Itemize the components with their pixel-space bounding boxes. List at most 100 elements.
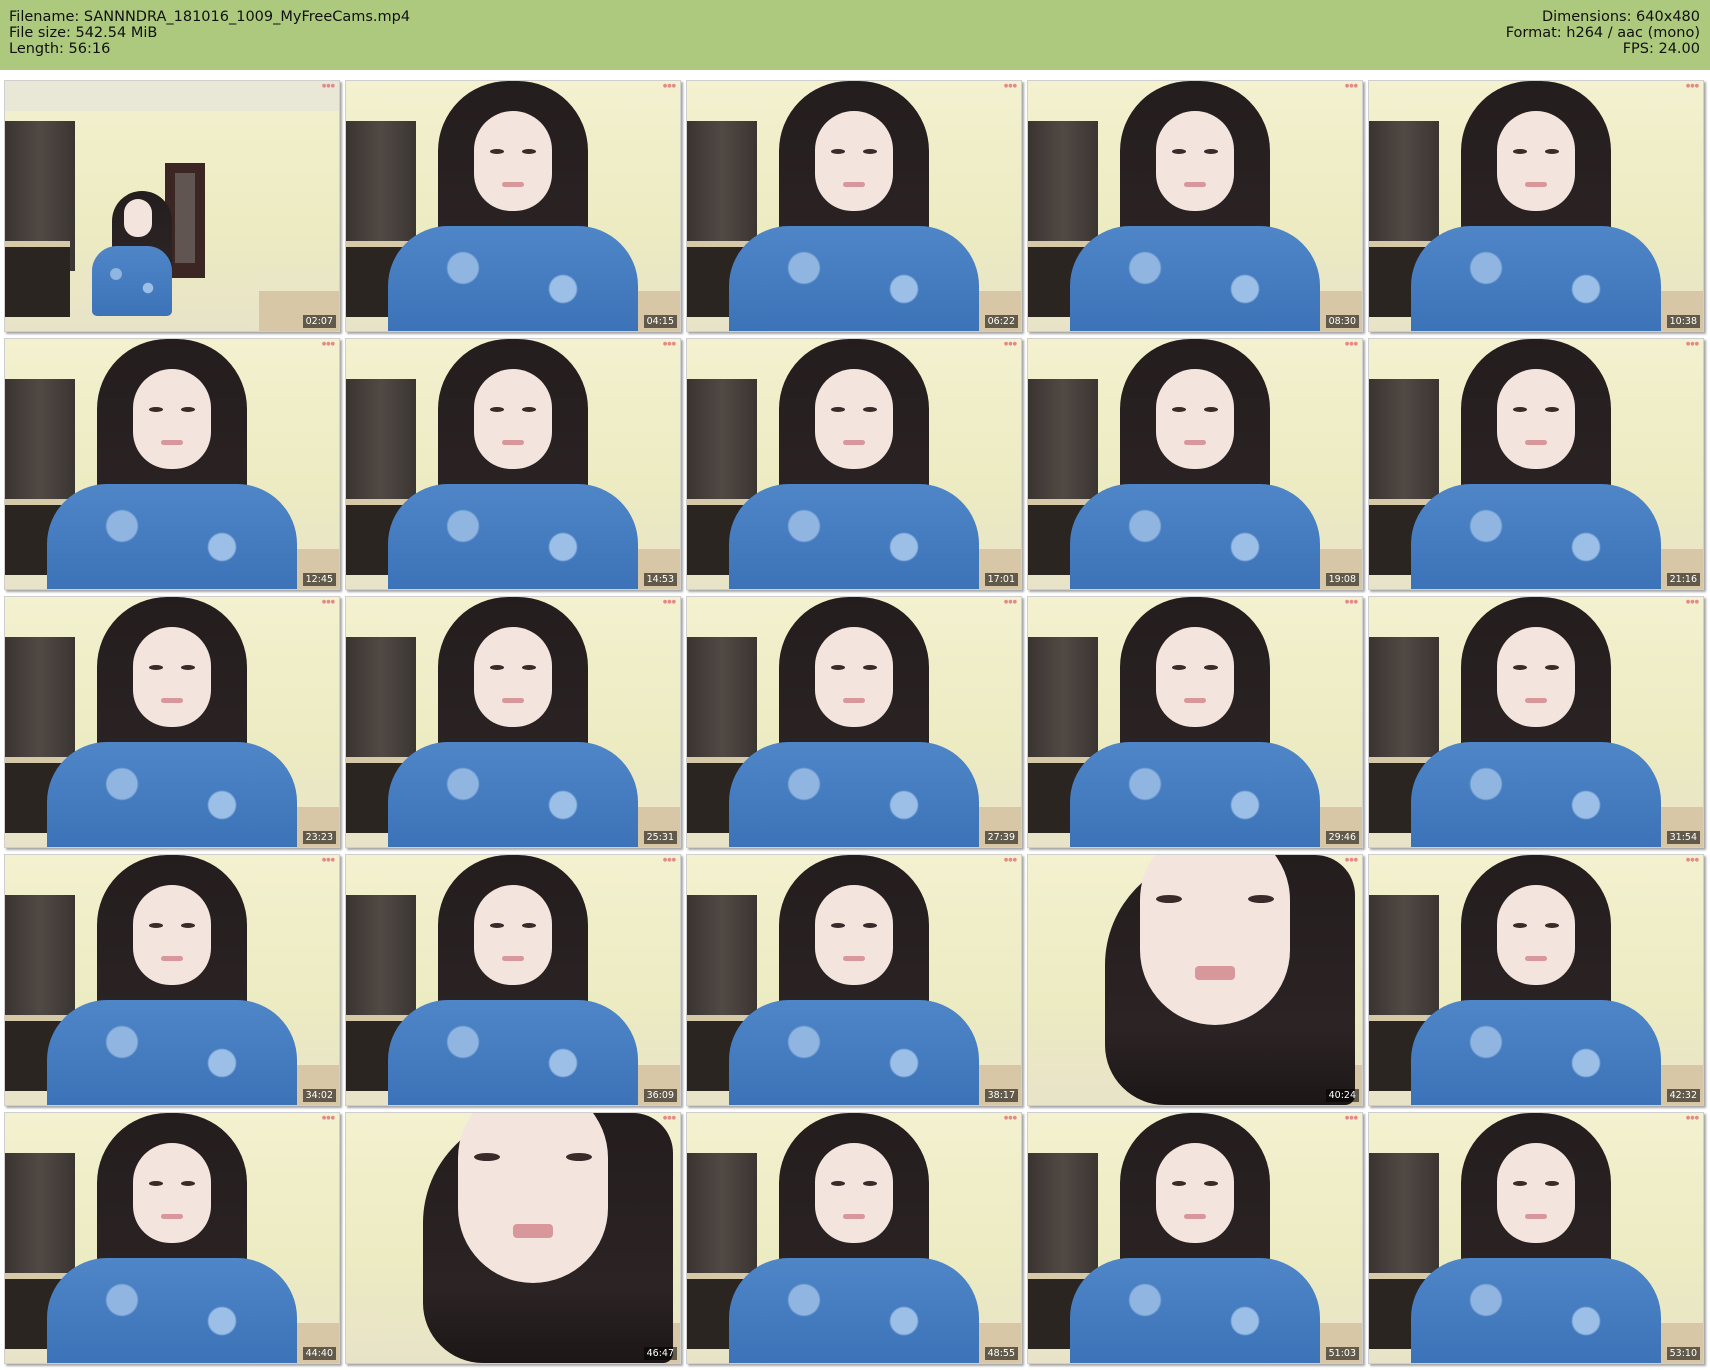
eye-right <box>522 149 536 154</box>
eye-right <box>181 1181 195 1186</box>
mouth <box>502 440 524 445</box>
mouth <box>1184 440 1206 445</box>
timestamp-label: 14:53 <box>643 573 677 586</box>
watermark-logo: ●●● <box>1003 1115 1017 1121</box>
format-text: Format: h264 / aac (mono) <box>1505 25 1700 41</box>
person-face <box>474 369 552 469</box>
timestamp-label: 48:55 <box>984 1347 1018 1360</box>
eye-left <box>1172 149 1186 154</box>
eye-right <box>181 923 195 928</box>
watermark-logo: ●●● <box>1003 341 1017 347</box>
person-shirt <box>1070 1258 1320 1363</box>
eye-left <box>831 407 845 412</box>
eye-left <box>1172 407 1186 412</box>
watermark-logo: ●●● <box>1003 83 1017 89</box>
eye-right <box>522 407 536 412</box>
person-face <box>815 885 893 985</box>
meta-right: Dimensions: 640x480 Format: h264 / aac (… <box>1506 9 1700 57</box>
watermark-logo: ●●● <box>1685 599 1699 605</box>
watermark-logo: ●●● <box>1685 83 1699 89</box>
eye-right <box>566 1153 592 1161</box>
person-shirt <box>1070 226 1320 331</box>
watermark-logo: ●●● <box>662 599 676 605</box>
video-frame-thumbnail: ●●● 12:45 <box>4 338 340 590</box>
eye-right <box>863 665 877 670</box>
eye-left <box>1513 665 1527 670</box>
video-frame-thumbnail: ●●● 06:22 <box>686 80 1022 332</box>
timestamp-label: 21:16 <box>1666 573 1700 586</box>
timestamp-label: 25:31 <box>643 831 677 844</box>
eye-right <box>863 149 877 154</box>
person-face <box>815 369 893 469</box>
mouth <box>1184 182 1206 187</box>
watermark-logo: ●●● <box>321 599 335 605</box>
eye-right <box>1545 665 1559 670</box>
person-shirt <box>388 742 638 847</box>
video-frame-thumbnail: ●●● 27:39 <box>686 596 1022 848</box>
watermark-logo: ●●● <box>1344 1115 1358 1121</box>
timestamp-label: 19:08 <box>1325 573 1359 586</box>
eye-left <box>474 1153 500 1161</box>
watermark-logo: ●●● <box>1344 83 1358 89</box>
person-face <box>1497 111 1575 211</box>
eye-left <box>1513 1181 1527 1186</box>
eye-left <box>1156 895 1182 903</box>
mouth <box>502 698 524 703</box>
eye-right <box>1545 1181 1559 1186</box>
person-face <box>1156 1143 1234 1243</box>
video-frame-thumbnail: ●●● 44:40 <box>4 1112 340 1364</box>
watermark-logo: ●●● <box>321 857 335 863</box>
watermark-logo: ●●● <box>1003 599 1017 605</box>
meta-left: Filename: SANNNDRA_181016_1009_MyFreeCam… <box>9 9 410 57</box>
person-face <box>458 1113 608 1283</box>
mouth <box>1525 1214 1547 1219</box>
eye-right <box>181 407 195 412</box>
timestamp-label: 34:02 <box>302 1089 336 1102</box>
eye-right <box>1204 149 1218 154</box>
person-face <box>133 627 211 727</box>
watermark-logo: ●●● <box>321 341 335 347</box>
person-shirt <box>729 1000 979 1105</box>
eye-left <box>149 1181 163 1186</box>
mouth <box>1525 440 1547 445</box>
person-shirt <box>729 484 979 589</box>
watermark-logo: ●●● <box>662 857 676 863</box>
filename-text: Filename: SANNNDRA_181016_1009_MyFreeCam… <box>9 9 411 25</box>
person-face <box>133 885 211 985</box>
eye-right <box>1248 895 1274 903</box>
timestamp-label: 53:10 <box>1666 1347 1700 1360</box>
watermark-logo: ●●● <box>1685 1115 1699 1121</box>
watermark-logo: ●●● <box>1003 857 1017 863</box>
person-face <box>1156 111 1234 211</box>
mouth <box>1184 698 1206 703</box>
person-shirt <box>729 226 979 331</box>
video-frame-thumbnail: ●●● 04:15 <box>345 80 681 332</box>
video-frame-thumbnail: ●●● 51:03 <box>1027 1112 1363 1364</box>
eye-left <box>490 407 504 412</box>
person-face <box>133 369 211 469</box>
eye-left <box>490 923 504 928</box>
person-face <box>1156 627 1234 727</box>
eye-right <box>1204 407 1218 412</box>
person-face <box>1156 369 1234 469</box>
person-face <box>1140 855 1290 1025</box>
video-frame-thumbnail: ●●● 08:30 <box>1027 80 1363 332</box>
timestamp-label: 27:39 <box>984 831 1018 844</box>
eye-left <box>831 1181 845 1186</box>
video-frame-thumbnail: ●●● 25:31 <box>345 596 681 848</box>
mouth <box>502 956 524 961</box>
video-frame-thumbnail: ●●● 02:07 <box>4 80 340 332</box>
mouth <box>843 956 865 961</box>
person-face <box>474 111 552 211</box>
person-shirt <box>729 742 979 847</box>
mouth <box>161 1214 183 1219</box>
eye-right <box>863 1181 877 1186</box>
mouth <box>843 440 865 445</box>
person-face <box>1497 1143 1575 1243</box>
eye-right <box>522 665 536 670</box>
fps-text: FPS: 24.00 <box>1622 41 1700 57</box>
room-wall <box>5 81 339 111</box>
person-shirt <box>1411 1258 1661 1363</box>
person-shirt <box>47 1000 297 1105</box>
timestamp-label: 29:46 <box>1325 831 1359 844</box>
